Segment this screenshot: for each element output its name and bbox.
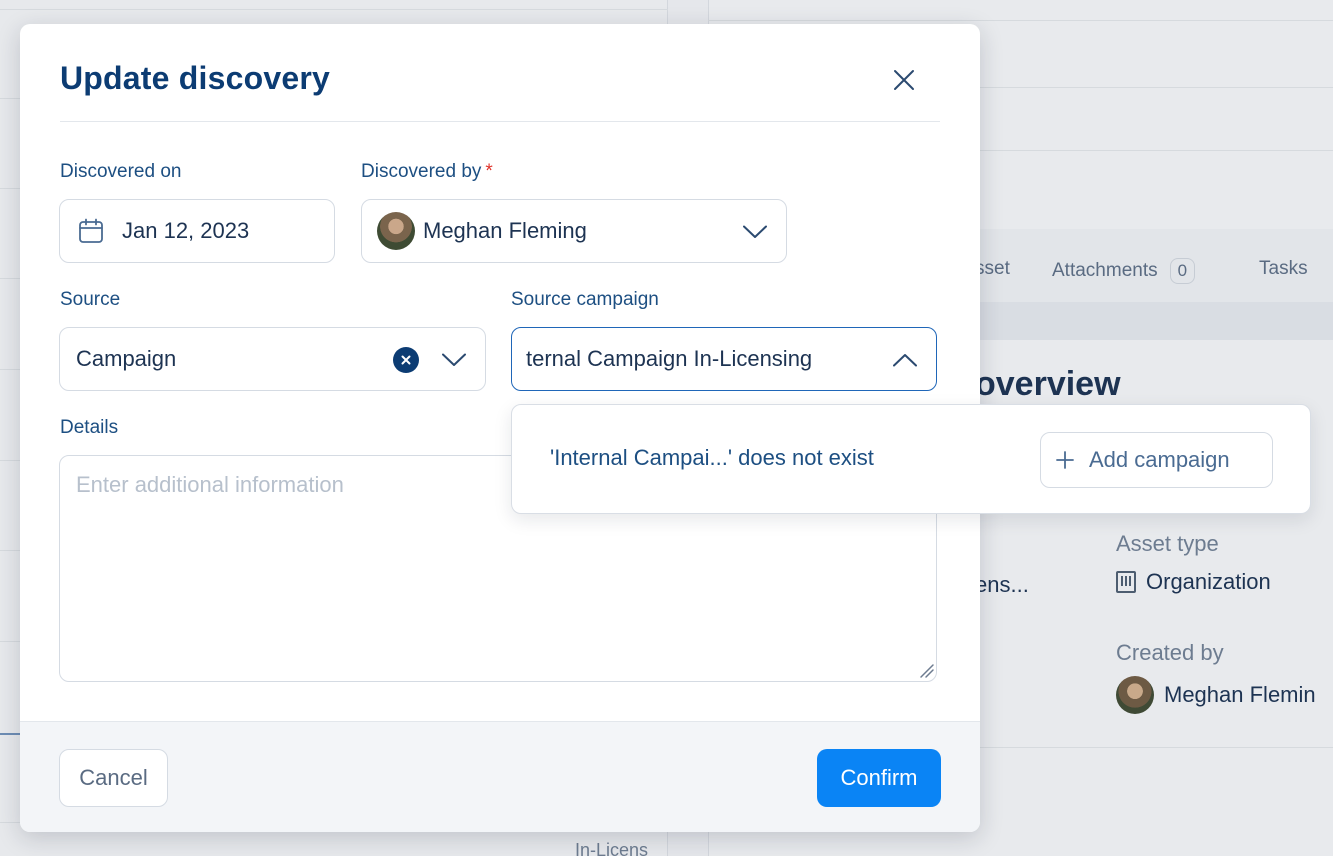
avatar xyxy=(377,212,415,250)
header-divider xyxy=(60,121,940,122)
created-by-value: Meghan Flemin xyxy=(1116,676,1316,714)
discovered-on-date-picker[interactable]: Jan 12, 2023 xyxy=(59,199,335,263)
required-mark: * xyxy=(485,161,493,182)
created-by-label: Created by xyxy=(1116,640,1224,665)
attachments-count-badge: 0 xyxy=(1169,258,1196,284)
add-campaign-button[interactable]: Add campaign xyxy=(1040,432,1273,488)
source-select[interactable]: Campaign xyxy=(59,327,486,391)
building-icon xyxy=(1116,571,1136,593)
discovered-by-label: Discovered by * xyxy=(361,161,493,183)
selection-indicator xyxy=(0,733,20,735)
close-button[interactable] xyxy=(886,62,922,98)
source-campaign-input-value[interactable]: ternal Campaign In-Licensing xyxy=(526,346,936,372)
no-results-message: 'Internal Campai...' does not exist xyxy=(550,445,874,470)
tab-tasks[interactable]: Tasks xyxy=(1259,258,1308,280)
plus-icon xyxy=(1056,451,1074,469)
asset-type-label: Asset type xyxy=(1116,531,1219,556)
clear-selection-button[interactable] xyxy=(393,347,419,373)
tab-asset[interactable]: sset xyxy=(975,258,1010,280)
discovered-on-label: Discovered on xyxy=(60,161,182,182)
dialog-title: Update discovery xyxy=(60,60,330,96)
tab-attachments[interactable]: Attachments 0 xyxy=(1052,258,1196,284)
chevron-down-icon xyxy=(742,220,768,244)
discovered-by-value: Meghan Fleming xyxy=(423,218,587,243)
overview-heading: overview xyxy=(975,365,1121,403)
source-campaign-label: Source campaign xyxy=(511,289,659,310)
tab-attachments-label: Attachments xyxy=(1052,260,1158,281)
cancel-button[interactable]: Cancel xyxy=(59,749,168,807)
confirm-button[interactable]: Confirm xyxy=(817,749,941,807)
asset-type-text: Organization xyxy=(1146,569,1271,594)
discovered-by-label-text: Discovered by xyxy=(361,161,482,182)
close-icon xyxy=(894,70,914,90)
avatar xyxy=(1116,676,1154,714)
calendar-icon xyxy=(79,218,103,243)
background-text: In-Licens xyxy=(575,840,649,856)
campaign-dropdown: 'Internal Campai...' does not exist Add … xyxy=(511,404,1311,514)
resize-handle-icon[interactable] xyxy=(917,661,935,679)
discovered-on-value: Jan 12, 2023 xyxy=(122,218,250,243)
details-label: Details xyxy=(60,417,119,438)
chevron-up-icon[interactable] xyxy=(892,348,918,372)
row-divider xyxy=(0,9,668,10)
created-by-text: Meghan Flemin xyxy=(1164,682,1316,707)
chevron-down-icon xyxy=(441,348,467,372)
clear-icon xyxy=(401,355,411,365)
source-value: Campaign xyxy=(76,346,177,371)
discovered-by-select[interactable]: Meghan Fleming xyxy=(361,199,787,263)
add-campaign-label: Add campaign xyxy=(1089,447,1230,472)
truncated-value: ens... xyxy=(975,572,1029,597)
dialog-footer: Cancel Confirm xyxy=(20,721,980,832)
source-campaign-combobox[interactable]: ternal Campaign In-Licensing xyxy=(511,327,937,391)
asset-type-value: Organization xyxy=(1116,569,1271,595)
row-divider xyxy=(708,20,1333,21)
source-label: Source xyxy=(60,289,121,310)
